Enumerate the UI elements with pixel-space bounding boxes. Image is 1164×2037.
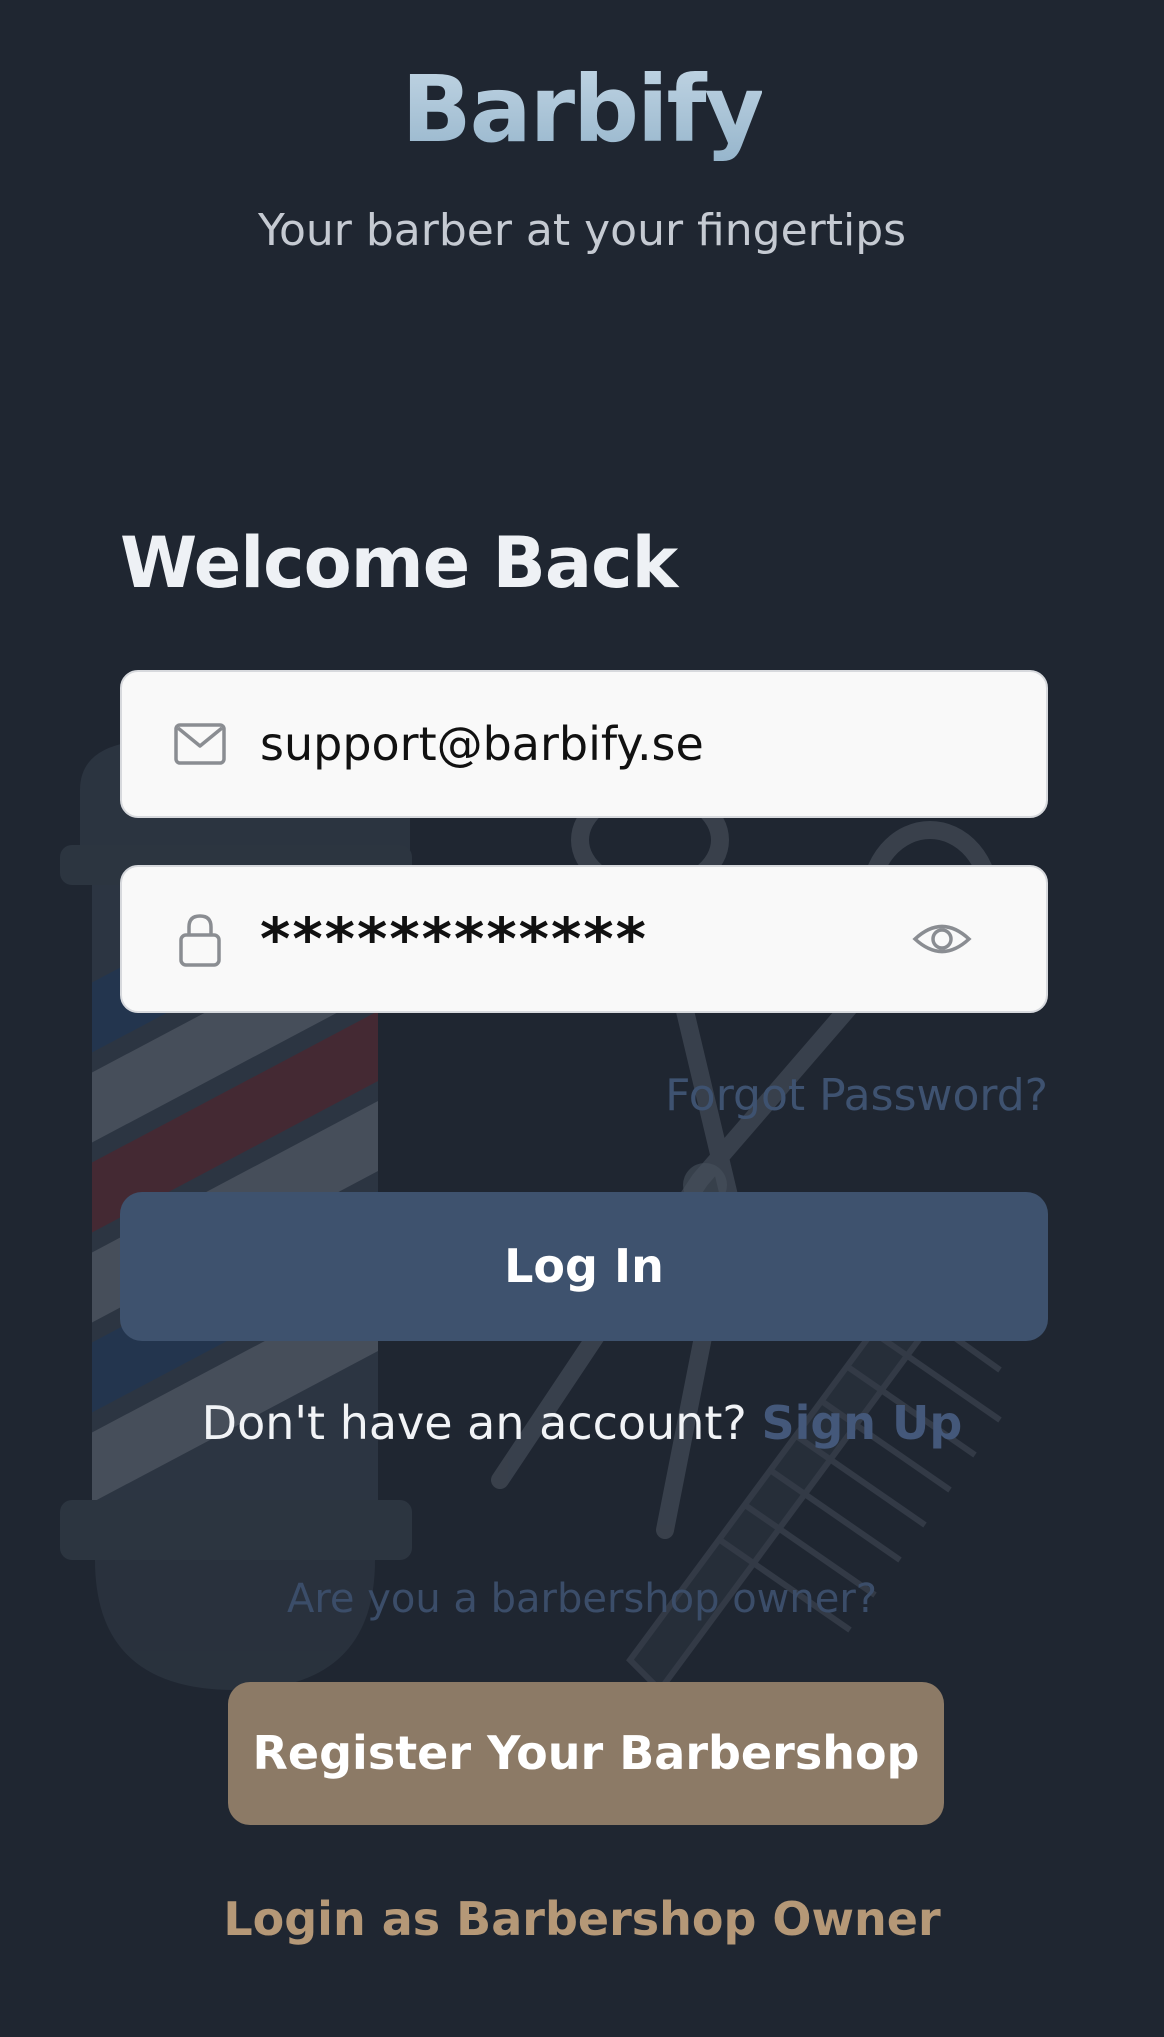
app-logo: Barbify [0,40,1164,180]
tagline: Your barber at your fingertips [257,205,907,256]
email-value: support@barbify.se [260,717,704,771]
mail-icon [174,723,226,765]
logo-text: Barbify [402,40,765,180]
password-value: ************ [260,905,648,973]
password-field[interactable]: ************ [120,865,1048,1013]
signup-prompt-row: Don't have an account? Sign Up [0,1396,1164,1450]
lock-icon [179,914,221,967]
owner-login-link[interactable]: Login as Barbershop Owner [0,1892,1164,1946]
email-field[interactable]: support@barbify.se [120,670,1048,818]
register-barbershop-button[interactable]: Register Your Barbershop [228,1682,944,1825]
forgot-password-link[interactable]: Forgot Password? [665,1070,1048,1121]
page-title: Welcome Back [120,522,678,604]
login-button[interactable]: Log In [120,1192,1048,1341]
signup-link[interactable]: Sign Up [761,1396,962,1450]
owner-question: Are you a barbershop owner? [286,1576,878,1622]
eye-icon[interactable] [912,912,972,966]
login-screen: Barbify Your barber at your fingertips W… [0,0,1164,2037]
signup-prompt-text: Don't have an account? [201,1396,747,1450]
